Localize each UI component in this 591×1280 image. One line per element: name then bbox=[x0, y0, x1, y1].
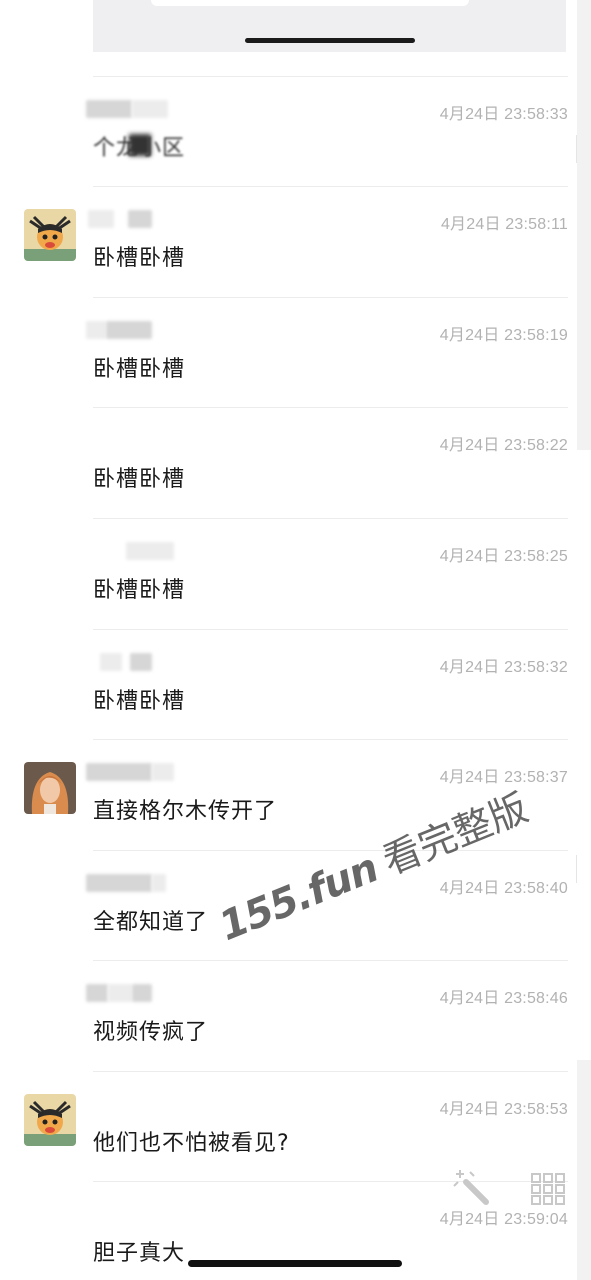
grid-icon[interactable] bbox=[530, 1172, 566, 1206]
sender-name-redacted bbox=[86, 540, 176, 562]
preview-home-indicator bbox=[245, 38, 415, 43]
message-text[interactable]: 全都知道了 bbox=[93, 904, 208, 936]
message-time: 4月24日 23:58:33 bbox=[439, 106, 568, 123]
avatar[interactable] bbox=[24, 209, 76, 261]
message-time: 4月24日 23:58:19 bbox=[439, 327, 568, 344]
message-text[interactable]: 胆子真大 bbox=[93, 1235, 185, 1267]
magic-wand-icon[interactable] bbox=[452, 1168, 492, 1208]
message-time: 4月24日 23:58:40 bbox=[439, 880, 568, 897]
top-image-preview[interactable] bbox=[93, 0, 566, 52]
avatar[interactable] bbox=[24, 1094, 76, 1146]
message-separator bbox=[93, 76, 568, 77]
message-separator bbox=[93, 1181, 568, 1182]
message-time: 4月24日 23:58:22 bbox=[439, 437, 568, 454]
sender-name-redacted bbox=[86, 319, 176, 341]
chat-message[interactable]: 4月24日 23:58:25 卧槽卧槽 bbox=[0, 518, 591, 628]
message-text[interactable]: 直接格尔木传开了 bbox=[93, 793, 277, 825]
chat-message[interactable]: 4月24日 23:58:33 个龙小区 bbox=[0, 76, 591, 186]
message-separator bbox=[93, 1071, 568, 1072]
avatar[interactable] bbox=[24, 762, 76, 814]
message-time: 4月24日 23:58:53 bbox=[439, 1101, 568, 1118]
message-text[interactable]: 卧槽卧槽 bbox=[93, 683, 185, 715]
chat-message[interactable]: 4月24日 23:58:22 卧槽卧槽 bbox=[0, 407, 591, 517]
message-text[interactable]: 卧槽卧槽 bbox=[93, 572, 185, 604]
message-text[interactable]: 卧槽卧槽 bbox=[93, 240, 185, 272]
chat-message[interactable]: 4月24日 23:58:11 卧槽卧槽 bbox=[0, 186, 591, 296]
message-separator bbox=[93, 629, 568, 630]
preview-pill bbox=[151, 0, 469, 6]
home-indicator bbox=[188, 1260, 402, 1267]
message-text[interactable]: 视频传疯了 bbox=[93, 1014, 208, 1046]
message-time: 4月24日 23:58:32 bbox=[439, 659, 568, 676]
sender-name-redacted bbox=[86, 982, 176, 1004]
sender-name-redacted bbox=[86, 872, 176, 894]
sender-name-redacted bbox=[86, 761, 176, 783]
sender-name-redacted bbox=[86, 208, 176, 230]
message-time: 4月24日 23:58:46 bbox=[439, 990, 568, 1007]
chat-message[interactable]: 4月24日 23:58:32 卧槽卧槽 bbox=[0, 629, 591, 739]
message-time: 4月24日 23:58:25 bbox=[439, 548, 568, 565]
sender-name-redacted bbox=[86, 98, 176, 120]
message-text[interactable]: 他们也不怕被看见? bbox=[93, 1125, 290, 1157]
sender-name-redacted bbox=[86, 651, 176, 673]
message-time: 4月24日 23:59:04 bbox=[439, 1211, 568, 1228]
message-text[interactable]: 个龙小区 bbox=[93, 130, 185, 162]
message-separator bbox=[93, 518, 568, 519]
message-time: 4月24日 23:58:11 bbox=[440, 216, 568, 233]
message-text[interactable]: 卧槽卧槽 bbox=[93, 351, 185, 383]
message-separator bbox=[93, 186, 568, 187]
message-separator bbox=[93, 297, 568, 298]
message-separator bbox=[93, 960, 568, 961]
chat-message[interactable]: 4月24日 23:58:19 卧槽卧槽 bbox=[0, 297, 591, 407]
chat-message[interactable]: 4月24日 23:58:46 视频传疯了 bbox=[0, 960, 591, 1070]
message-separator bbox=[93, 407, 568, 408]
message-text[interactable]: 卧槽卧槽 bbox=[93, 461, 185, 493]
chat-message[interactable]: 4月24日 23:58:53 他们也不怕被看见? bbox=[0, 1071, 591, 1181]
message-separator bbox=[93, 739, 568, 740]
